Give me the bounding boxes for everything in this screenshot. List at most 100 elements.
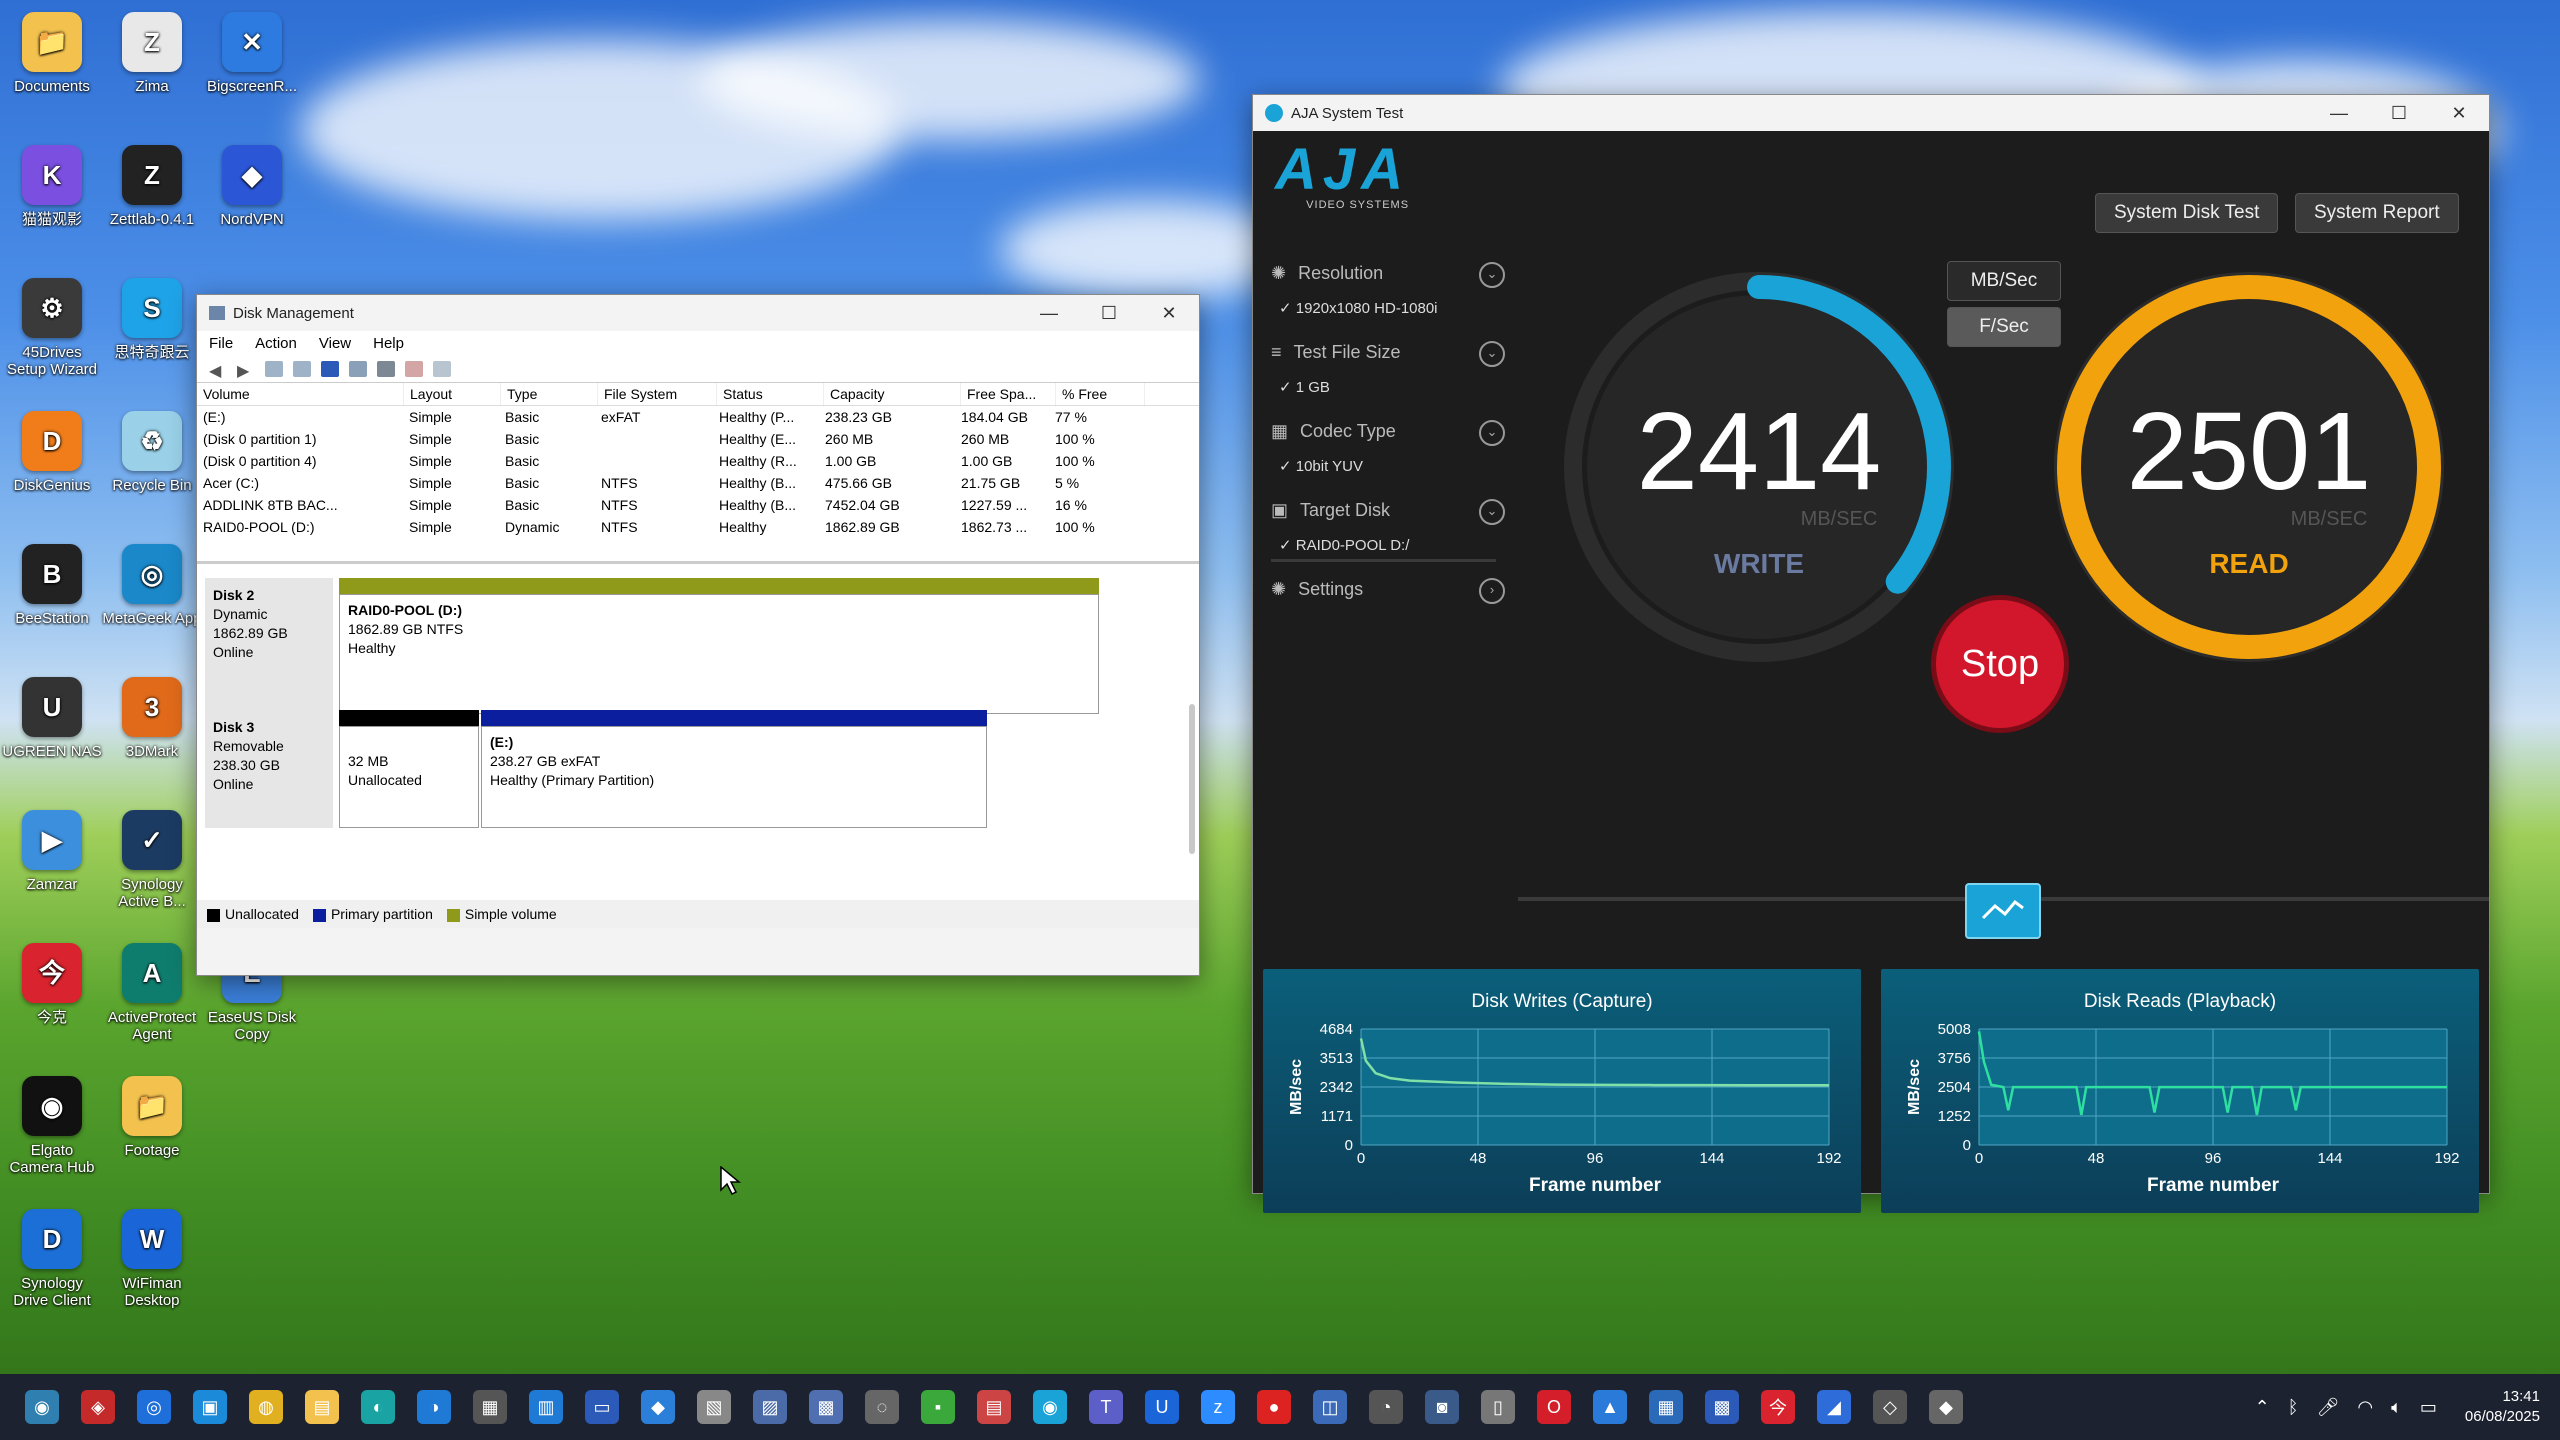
desktop-icon[interactable]: ✕ BigscreenR... [202,12,302,95]
app-icon[interactable]: U [1145,1390,1179,1424]
desktop-icon[interactable]: 📁 Documents [2,12,102,95]
desktop-icon[interactable]: W WiFiman Desktop [102,1209,202,1309]
desktop-icon[interactable]: 📁 Footage [102,1076,202,1159]
desktop-icon[interactable]: B BeeStation [2,544,102,627]
app-icon[interactable]: ◆ [641,1390,675,1424]
app-icon[interactable]: ▥ [529,1390,563,1424]
menu-help[interactable]: Help [373,335,404,352]
app-icon[interactable]: ▲ [1593,1390,1627,1424]
opera-icon[interactable]: O [1537,1390,1571,1424]
app-icon[interactable]: 今 [1761,1390,1795,1424]
scrollbar[interactable] [1189,704,1195,854]
desktop-icon[interactable]: ✓ Synology Active B... [102,810,202,910]
desktop-icon[interactable]: ⚙ 45Drives Setup Wizard [2,278,102,378]
help-icon[interactable] [321,361,339,377]
file-explorer-icon[interactable]: ▤ [305,1390,339,1424]
minimize-button[interactable]: — [1019,303,1079,324]
menu-file[interactable]: File [209,335,233,352]
menu-action[interactable]: Action [255,335,297,352]
rescan-icon[interactable] [377,361,395,377]
desktop-icon[interactable]: ▶ Zamzar [2,810,102,893]
start-orb-icon[interactable]: ◉ [25,1390,59,1424]
column-header[interactable]: Volume [197,383,404,405]
desktop-icon[interactable]: 今今克 [2,943,102,1026]
desktop-icon[interactable]: D DiskGenius [2,411,102,494]
disk-2-label[interactable]: Disk 2 Dynamic 1862.89 GB Online [205,578,333,714]
column-header[interactable]: Capacity [824,383,961,405]
app-icon[interactable]: ◆ [1929,1390,1963,1424]
desktop-icon[interactable]: K 猫猫观影 [2,145,102,228]
aja-system-test-window[interactable]: AJA System Test — ☐ ✕ AJA VIDEO SYSTEMS … [1252,94,2490,1213]
desktop-icon[interactable]: ◎ MetaGeek App [102,544,202,627]
menu-view[interactable]: View [319,335,351,352]
app-icon[interactable]: ▦ [1649,1390,1683,1424]
column-header[interactable]: Status [717,383,824,405]
desktop-icon[interactable]: D Synology Drive Client [2,1209,102,1309]
app-icon[interactable]: ▦ [473,1390,507,1424]
app-icon[interactable]: ▩ [1705,1390,1739,1424]
back-arrow-icon[interactable]: ◀ [209,361,227,380]
app-icon[interactable]: ◇ [1873,1390,1907,1424]
column-header[interactable]: Free Spa... [961,383,1056,405]
column-header[interactable]: Type [501,383,598,405]
partition-unallocated[interactable]: 32 MB Unallocated [339,726,479,828]
close-button[interactable]: ✕ [1139,303,1199,324]
app-icon[interactable]: ◑ [417,1390,451,1424]
close-button[interactable]: ✕ [2429,103,2489,124]
app-icon[interactable]: ◙ [1425,1390,1459,1424]
properties-icon[interactable] [349,361,367,377]
table-row[interactable]: ADDLINK 8TB BAC... Simple Basic NTFS Healthy… [197,494,1199,516]
graph-toggle-button[interactable] [1965,883,2041,939]
app-icon[interactable]: ▧ [697,1390,731,1424]
desktop-icon[interactable]: ♻ Recycle Bin [102,411,202,494]
check-icon[interactable] [405,361,423,377]
app-icon[interactable]: ◌ [865,1390,899,1424]
column-header[interactable]: File System [598,383,717,405]
wifi-icon[interactable]: ◠ [2357,1397,2373,1418]
app-icon[interactable]: ◫ [1313,1390,1347,1424]
stop-button[interactable]: Stop [1931,595,2069,733]
table-row[interactable]: Acer (C:) Simple Basic NTFS Healthy (B... 475… [197,472,1199,494]
volume-icon[interactable]: 🔈︎ [2391,1397,2402,1418]
desktop-icon[interactable]: ◉ Elgato Camera Hub [2,1076,102,1176]
app-icon[interactable]: ▪ [921,1390,955,1424]
record-icon[interactable]: ● [1257,1390,1291,1424]
maximize-button[interactable]: ☐ [1079,303,1139,324]
battery-icon[interactable]: ▭ [2420,1397,2437,1418]
details-icon[interactable] [293,361,311,377]
app-icon[interactable]: ◢ [1817,1390,1851,1424]
desktop-icon[interactable]: U UGREEN NAS [2,677,102,760]
app-icon[interactable]: ▣ [193,1390,227,1424]
minimize-button[interactable]: — [2309,103,2369,124]
desktop-icon[interactable]: Z Zima [102,12,202,95]
teams-icon[interactable]: T [1089,1390,1123,1424]
app-icon[interactable]: ◔ [1369,1390,1403,1424]
app-icon[interactable]: ◐ [361,1390,395,1424]
microphone-icon[interactable]: 🎤︎ [2317,1397,2340,1418]
app-icon[interactable]: ▤ [977,1390,1011,1424]
chrome-icon[interactable]: ◍ [249,1390,283,1424]
desktop-icon[interactable]: A ActiveProtect Agent [102,943,202,1043]
chevron-up-icon[interactable]: ⌃ [2255,1397,2270,1418]
desktop-icon[interactable]: 3 3DMark [102,677,202,760]
desktop-icon[interactable]: ◆ NordVPN [202,145,302,228]
bluetooth-icon[interactable]: ᛒ [2288,1397,2299,1418]
disk-management-titlebar[interactable]: Disk Management — ☐ ✕ [197,295,1199,331]
aja-taskbar-icon[interactable]: ◉ [1033,1390,1067,1424]
table-row[interactable]: (E:) Simple Basic exFAT Healthy (P... 238.23 … [197,406,1199,428]
aja-titlebar[interactable]: AJA System Test — ☐ ✕ [1253,95,2489,131]
maximize-button[interactable]: ☐ [2369,103,2429,124]
app-icon[interactable]: ▩ [809,1390,843,1424]
table-row[interactable]: RAID0-POOL (D:) Simple Dynamic NTFS Healthy 1… [197,516,1199,538]
column-header[interactable]: Layout [404,383,501,405]
zoom-icon[interactable]: z [1201,1390,1235,1424]
desktop-icon[interactable]: Z Zettlab-0.4.1 [102,145,202,228]
clock[interactable]: 13:41 06/08/2025 [2465,1387,2540,1427]
forward-arrow-icon[interactable]: ▶ [237,361,255,380]
column-header[interactable]: % Free [1056,383,1145,405]
list-view-icon[interactable] [265,361,283,377]
app-icon[interactable]: ◈ [81,1390,115,1424]
settings-icon[interactable] [433,361,451,377]
app-icon[interactable]: ▯ [1481,1390,1515,1424]
partition-raid0-pool[interactable]: RAID0-POOL (D:) 1862.89 GB NTFS Healthy [339,594,1099,714]
